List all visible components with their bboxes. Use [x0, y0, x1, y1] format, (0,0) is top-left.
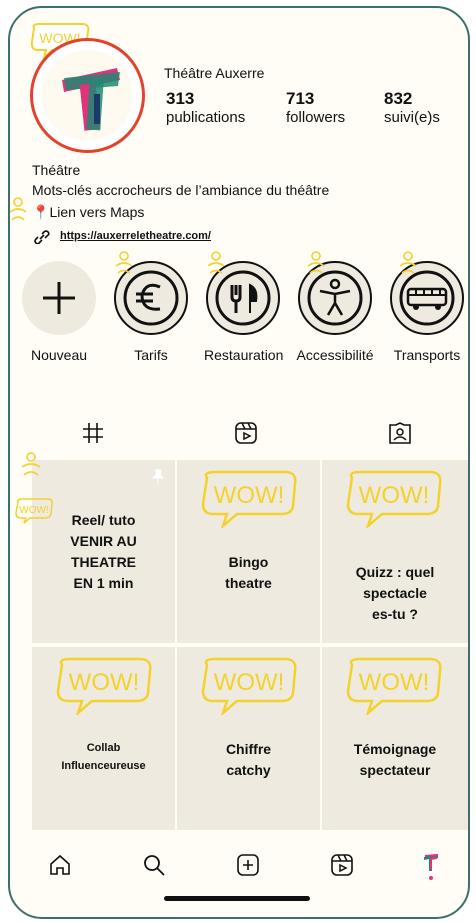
- phone-frame: WOW! Théâtre Auxerre 313 publications 71…: [8, 6, 470, 919]
- post-tile[interactable]: WOW! Bingo theatre: [177, 460, 320, 643]
- post-caption: Collab Influenceureuse: [61, 742, 146, 772]
- bio-text: Mots-clés accrocheurs de l’ambiance du t…: [32, 182, 330, 198]
- highlight-transports[interactable]: Transports: [388, 261, 466, 363]
- highlight-label: Restauration: [204, 347, 284, 363]
- stat-following[interactable]: 832 suivi(e)s: [384, 89, 440, 126]
- stat-label: followers: [286, 109, 346, 126]
- plus-icon: [22, 261, 96, 335]
- wow-badge: WOW!: [56, 657, 152, 715]
- home-icon[interactable]: [48, 853, 72, 877]
- svg-text:WOW!: WOW!: [214, 669, 285, 696]
- stat-label: suivi(e)s: [384, 109, 440, 126]
- grid-icon[interactable]: [82, 422, 104, 444]
- svg-text:WOW!: WOW!: [214, 482, 285, 509]
- wow-badge: WOW!: [346, 657, 442, 715]
- post-caption: Témoignage spectateur: [353, 741, 437, 778]
- highlight-label: Nouveau: [30, 347, 88, 363]
- reels-icon[interactable]: [234, 421, 258, 445]
- wow-badge: WOW!: [346, 470, 442, 528]
- yoga-figure-icon: [115, 251, 133, 274]
- svg-text:WOW!: WOW!: [69, 669, 140, 696]
- yoga-figure-icon: [399, 251, 417, 274]
- stat-followers[interactable]: 713 followers: [286, 89, 345, 126]
- pin-icon: 📍: [32, 204, 50, 220]
- post-tile[interactable]: WOW! Chiffre catchy: [177, 647, 320, 830]
- yoga-figure-icon: [207, 251, 225, 274]
- stat-publications[interactable]: 313 publications: [166, 89, 245, 126]
- avatar-logo: [42, 50, 133, 141]
- highlight-label: Accessibilité: [296, 347, 374, 363]
- home-indicator[interactable]: [164, 896, 310, 901]
- post-tile[interactable]: WOW! Témoignage spectateur: [322, 647, 468, 830]
- wow-badge: WOW!: [15, 498, 53, 524]
- svg-text:WOW!: WOW!: [359, 482, 430, 509]
- link-icon: [34, 230, 50, 244]
- reels-nav-icon[interactable]: [330, 853, 354, 877]
- post-tile[interactable]: WOW! Collab Influenceureuse: [32, 647, 175, 830]
- search-icon[interactable]: [142, 853, 166, 877]
- post-caption: Quizz : quel spectacle es-tu ?: [355, 564, 435, 622]
- yoga-figure-icon: [21, 452, 41, 476]
- post-caption: Bingo theatre: [225, 554, 272, 591]
- create-icon[interactable]: [236, 853, 260, 877]
- wow-badge: WOW!: [201, 470, 297, 528]
- stat-value: 713: [286, 89, 315, 108]
- stat-label: publications: [166, 109, 246, 126]
- highlight-restauration[interactable]: Restauration: [204, 261, 284, 363]
- stat-value: 832: [384, 89, 413, 108]
- maps-label: Lien vers Maps: [49, 204, 145, 220]
- category: Théâtre: [32, 162, 81, 178]
- post-caption: Chiffre catchy: [225, 741, 272, 778]
- highlight-label: Tarifs: [134, 347, 168, 363]
- yoga-figure-icon: [307, 251, 325, 274]
- maps-line[interactable]: 📍Lien vers Maps: [32, 204, 144, 221]
- post-tile[interactable]: Reel/ tuto VENIR AU THEATRE EN 1 min: [32, 460, 175, 643]
- stat-value: 313: [166, 89, 195, 108]
- highlight-tarifs[interactable]: Tarifs: [112, 261, 190, 363]
- tagged-icon[interactable]: [388, 421, 412, 445]
- account-name: Théâtre Auxerre: [164, 65, 265, 81]
- svg-text:WOW!: WOW!: [359, 669, 430, 696]
- profile-avatar[interactable]: [422, 851, 440, 881]
- highlight-nouveau[interactable]: Nouveau: [20, 261, 98, 363]
- yoga-figure-icon: [10, 197, 27, 221]
- post-tile[interactable]: WOW! Quizz : quel spectacle es-tu ?: [322, 460, 468, 643]
- website-link[interactable]: https://auxerreletheatre.com/: [60, 230, 211, 242]
- highlight-label: Transports: [393, 347, 461, 363]
- highlight-accessibilite[interactable]: Accessibilité: [296, 261, 374, 363]
- wow-badge: WOW!: [201, 657, 297, 715]
- pin-icon: [151, 469, 165, 485]
- svg-text:WOW!: WOW!: [19, 505, 48, 516]
